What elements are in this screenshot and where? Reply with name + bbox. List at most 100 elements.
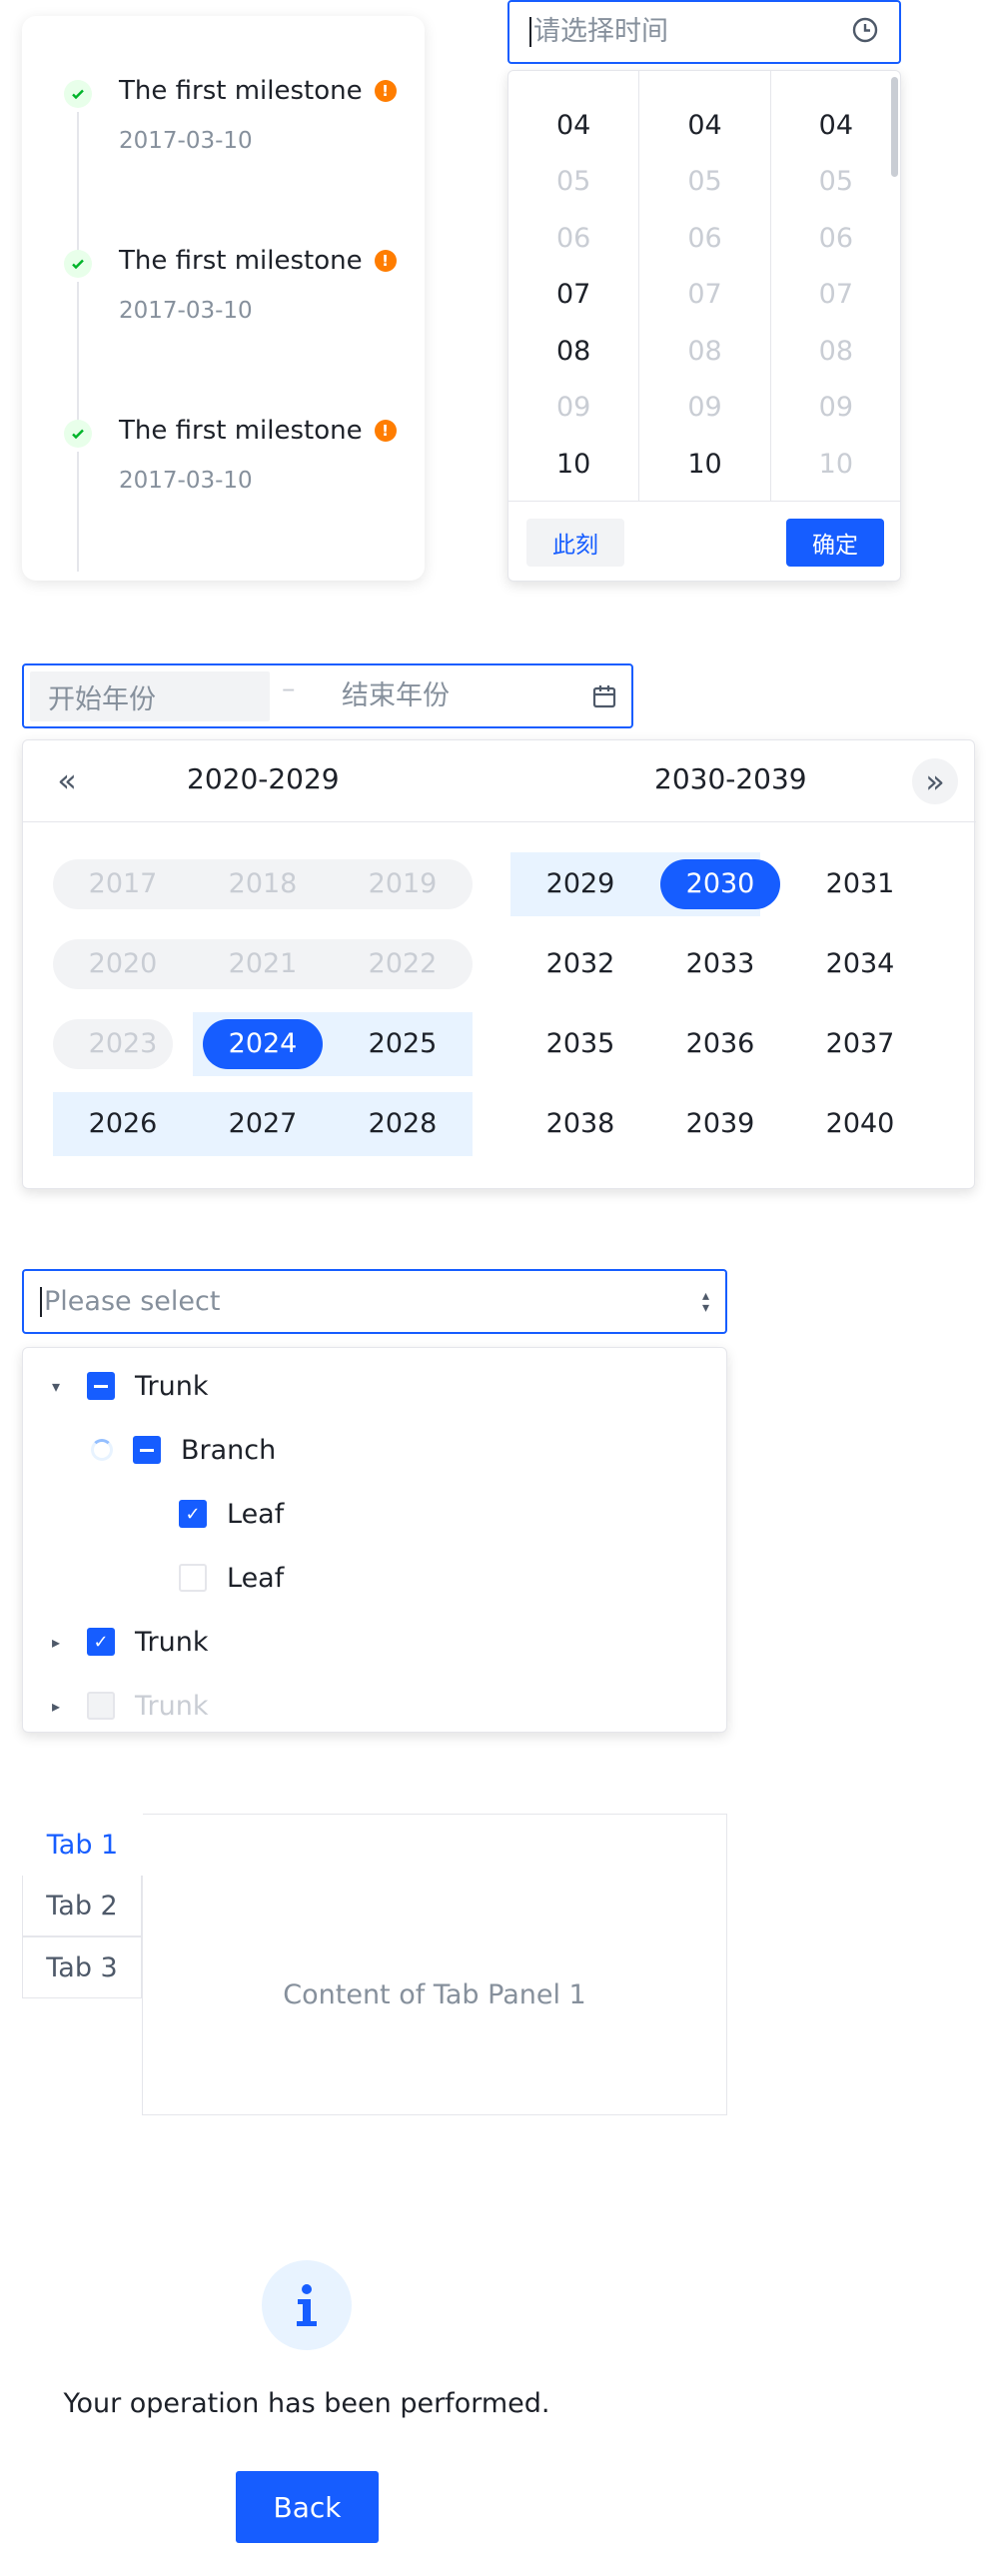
sort-arrows-icon: ▴ ▾	[701, 1287, 709, 1316]
tree-node[interactable]: ✓ Leaf	[137, 1482, 284, 1546]
timeline-title-text: The first milestone	[119, 76, 363, 106]
year-label: 2039	[685, 1108, 755, 1139]
unchecked-checkbox[interactable]	[179, 1564, 207, 1592]
year-cell: 2021	[193, 932, 333, 996]
time-option: 05	[555, 166, 591, 198]
caret-right-icon[interactable]: ▸	[45, 1633, 67, 1652]
right-panel-title: 2030-2039	[654, 762, 807, 795]
year-cell[interactable]: 2031	[790, 852, 930, 916]
timeline-item-date: 2017-03-10	[119, 298, 253, 324]
year-label: 2034	[825, 948, 895, 979]
time-option: 06	[555, 222, 591, 254]
time-picker-input[interactable]: 请选择时间	[507, 0, 901, 64]
second-column[interactable]: 04 05 06 07 08 09 10 11	[771, 71, 900, 502]
check-icon	[64, 80, 92, 108]
minute-column[interactable]: 04 05 06 07 08 09 1011	[639, 71, 771, 502]
year-cell[interactable]: 2029	[510, 852, 650, 916]
year-row: 2017 2018 2019	[53, 852, 473, 916]
confirm-button[interactable]: 确定	[786, 518, 884, 567]
time-option[interactable]: 11	[508, 493, 638, 502]
tree-node-label: Leaf	[227, 1498, 285, 1530]
scrollbar-thumb[interactable]	[891, 77, 898, 177]
time-option[interactable]: 04	[639, 97, 769, 154]
year-row: 2035 2036 2037	[510, 1012, 930, 1076]
time-option: 06	[818, 222, 853, 254]
time-option[interactable]: 11	[639, 493, 769, 502]
year-label: 2036	[685, 1028, 755, 1059]
year-cell[interactable]: 2038	[510, 1092, 650, 1156]
indeterminate-checkbox[interactable]	[87, 1372, 115, 1400]
year-row: 2029 2030 2031	[510, 852, 930, 916]
year-cell[interactable]: 2033	[650, 932, 790, 996]
year-label: 2025	[368, 1028, 438, 1059]
year-label: 2038	[545, 1108, 615, 1139]
time-option[interactable]: 04	[508, 97, 638, 154]
time-option[interactable]: 08	[508, 323, 638, 380]
tab-3[interactable]: Tab 3	[22, 1936, 142, 1998]
time-option[interactable]: 07	[508, 267, 638, 324]
year-cell: 2018	[193, 852, 333, 916]
tree-node[interactable]: Leaf	[137, 1546, 284, 1610]
time-picker-footer: 此刻 确定	[508, 501, 900, 581]
year-cell[interactable]: 2036	[650, 1012, 790, 1076]
double-left-icon[interactable]: «	[47, 760, 87, 800]
now-button[interactable]: 此刻	[526, 518, 624, 567]
year-cell[interactable]: 2024	[193, 1012, 333, 1076]
time-option: 09	[818, 392, 853, 424]
year-cell[interactable]: 2040	[790, 1092, 930, 1156]
checked-checkbox[interactable]: ✓	[179, 1500, 207, 1528]
year-label: 2040	[825, 1108, 895, 1139]
timeline-item: The first milestone ! 2017-03-10	[22, 376, 425, 572]
time-option[interactable]: 10	[639, 436, 769, 493]
year-cell[interactable]: 2035	[510, 1012, 650, 1076]
indeterminate-checkbox[interactable]	[133, 1436, 161, 1464]
tree-select-input[interactable]: Please select ▴ ▾	[22, 1269, 727, 1334]
start-year-input[interactable]: 开始年份	[30, 671, 270, 721]
range-separator: –	[282, 673, 296, 704]
tree-node[interactable]: ▸ ✓ Trunk	[45, 1610, 209, 1674]
year-label: 2024	[202, 1019, 324, 1069]
tree-node[interactable]: ▾ Trunk	[45, 1354, 209, 1418]
tab-2[interactable]: Tab 2	[22, 1875, 142, 1936]
year-cell: 2017	[53, 852, 193, 916]
year-cell[interactable]: 2030	[650, 852, 790, 916]
checked-checkbox[interactable]: ✓	[87, 1628, 115, 1656]
time-option[interactable]: 04	[771, 97, 900, 154]
tree-node-label: Trunk	[135, 1690, 209, 1722]
caret-right-icon[interactable]: ▸	[45, 1697, 67, 1716]
timeline-item-title: The first milestone !	[119, 76, 397, 106]
caret-down-icon[interactable]: ▾	[45, 1377, 67, 1396]
year-label: 2030	[659, 859, 781, 909]
year-cell: 2019	[333, 852, 473, 916]
year-range-input[interactable]: 开始年份 – 结束年份	[22, 663, 633, 728]
year-label: 2037	[825, 1028, 895, 1059]
back-button[interactable]: Back	[236, 2471, 379, 2543]
year-row: 2026 2027 2028	[53, 1092, 473, 1156]
time-option: 07	[687, 279, 722, 311]
time-option: 05	[687, 166, 722, 198]
year-cell[interactable]: 2032	[510, 932, 650, 996]
check-icon	[64, 420, 92, 448]
disabled-checkbox	[87, 1692, 115, 1720]
time-option: 08	[687, 335, 722, 367]
warning-icon: !	[374, 250, 397, 272]
clock-icon	[851, 16, 879, 48]
tab-1[interactable]: Tab 1	[22, 1814, 143, 1876]
year-label: 2017	[88, 868, 158, 899]
end-year-input[interactable]: 结束年份	[342, 671, 450, 721]
year-cell[interactable]: 2026	[53, 1092, 193, 1156]
year-cell[interactable]: 2039	[650, 1092, 790, 1156]
year-cell[interactable]: 2028	[333, 1092, 473, 1156]
year-cell[interactable]: 2025	[333, 1012, 473, 1076]
year-cell[interactable]: 2027	[193, 1092, 333, 1156]
calendar-icon	[591, 683, 617, 709]
hour-column[interactable]: 04 05 06 0708 09 1011	[508, 71, 640, 502]
tree-node[interactable]: Branch	[91, 1418, 276, 1482]
time-option[interactable]: 11	[771, 493, 900, 502]
year-cell[interactable]: 2034	[790, 932, 930, 996]
time-option: 05	[818, 166, 853, 198]
timeline-item-title: The first milestone !	[119, 416, 397, 446]
double-right-icon[interactable]: »	[912, 758, 958, 804]
time-option[interactable]: 10	[508, 436, 638, 493]
year-cell[interactable]: 2037	[790, 1012, 930, 1076]
